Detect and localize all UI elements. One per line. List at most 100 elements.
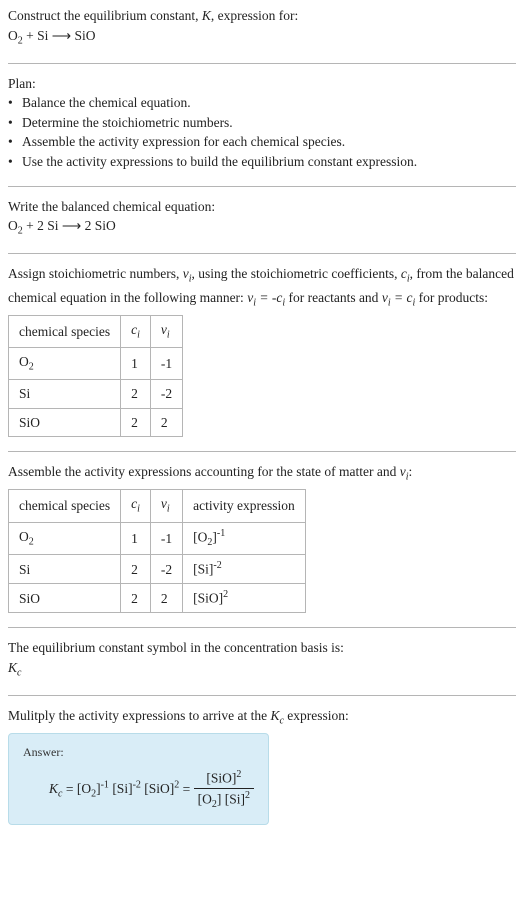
divider <box>8 627 516 628</box>
plan-text: Use the activity expressions to build th… <box>22 152 417 172</box>
fraction: [SiO]2 [O2] [Si]2 <box>194 768 254 813</box>
act-base: [O <box>193 529 207 544</box>
fraction-numerator: [SiO]2 <box>194 768 254 789</box>
ci-i: i <box>137 504 140 515</box>
cell-vi: 2 <box>150 408 182 437</box>
activity-table: chemical species ci νi activity expressi… <box>8 489 306 613</box>
plan-bullet-2: •Determine the stoichiometric numbers. <box>8 113 516 133</box>
t3-base: [SiO] <box>144 781 174 796</box>
act-base: [Si <box>193 562 209 577</box>
bullet-icon: • <box>8 132 22 152</box>
col-species: chemical species <box>9 490 121 522</box>
cell-vi: -1 <box>150 522 182 555</box>
k-letter: K <box>8 660 17 675</box>
cell-ci: 2 <box>121 408 151 437</box>
sp-a: O <box>19 529 29 544</box>
table-row: O2 1 -1 [O2]-1 <box>9 522 306 555</box>
k-letter: K <box>49 781 58 796</box>
cell-species: Si <box>9 380 121 409</box>
den1-base: [O <box>198 791 212 806</box>
t1-exp: -1 <box>101 780 109 791</box>
bal-o: O <box>8 218 18 233</box>
kc-symbol: Kc <box>270 708 283 723</box>
col-activity: activity expression <box>183 490 306 522</box>
eq-o: O <box>8 28 18 43</box>
multiply-b: expression: <box>284 708 349 723</box>
symbol-line: The equilibrium constant symbol in the c… <box>8 638 516 658</box>
plan-bullet-4: •Use the activity expressions to build t… <box>8 152 516 172</box>
plan-text: Determine the stoichiometric numbers. <box>22 113 233 133</box>
cell-ci: 2 <box>121 584 151 613</box>
nu-i: νi <box>183 266 192 281</box>
plan-bullet-1: •Balance the chemical equation. <box>8 93 516 113</box>
answer-box: Answer: Kc = [O2]-1 [Si]-2 [SiO]2 = [SiO… <box>8 733 269 825</box>
table-row: SiO 2 2 [SiO]2 <box>9 584 306 613</box>
den2-base: [Si] <box>225 791 245 806</box>
divider <box>8 63 516 64</box>
balanced-equation: O2 + 2 Si ⟶ 2 SiO <box>8 216 516 239</box>
plan-text: Balance the chemical equation. <box>22 93 191 113</box>
activity-intro: Assemble the activity expressions accoun… <box>8 462 516 485</box>
rel-reac-c: = -c <box>256 290 282 305</box>
activity-section: Assemble the activity expressions accoun… <box>8 462 516 621</box>
sp-sub: 2 <box>29 537 34 548</box>
stoich-intro-e: for products: <box>415 290 488 305</box>
prompt-equation: O2 + Si ⟶ SiO <box>8 26 516 49</box>
bal-mid: + 2 Si <box>23 218 62 233</box>
col-ci: ci <box>121 315 151 347</box>
stoich-table: chemical species ci νi O2 1 -1 Si 2 -2 S… <box>8 315 183 438</box>
col-ci: ci <box>121 490 151 522</box>
prompt-line: Construct the equilibrium constant, K, e… <box>8 6 516 26</box>
vi-i: i <box>167 504 170 515</box>
cell-ci: 2 <box>121 380 151 409</box>
fraction-denominator: [O2] [Si]2 <box>194 789 254 813</box>
bullet-icon: • <box>8 152 22 172</box>
multiply-line: Mulitply the activity expressions to arr… <box>8 706 516 729</box>
cell-vi: 2 <box>150 584 182 613</box>
plan-text: Assemble the activity expression for eac… <box>22 132 345 152</box>
cell-species: SiO <box>9 584 121 613</box>
table-row: O2 1 -1 <box>9 347 183 379</box>
arrow-icon: ⟶ <box>52 28 71 43</box>
term2: [Si]-2 <box>112 781 141 796</box>
cell-species: O2 <box>9 347 121 379</box>
cell-species: O2 <box>9 522 121 555</box>
den2-exp: 2 <box>245 790 250 801</box>
table-header-row: chemical species ci νi <box>9 315 183 347</box>
prompt-text-b: , expression for: <box>211 8 298 23</box>
cell-activity: [O2]-1 <box>183 522 306 555</box>
bal-rhs: 2 SiO <box>81 218 116 233</box>
activity-intro-a: Assemble the activity expressions accoun… <box>8 464 400 479</box>
balanced-section: Write the balanced chemical equation: O2… <box>8 197 516 248</box>
eq-plus-si: + Si <box>23 28 52 43</box>
eq-sign-2: = <box>179 781 193 796</box>
term1: [O2]-1 <box>77 781 109 796</box>
table-header-row: chemical species ci νi activity expressi… <box>9 490 306 522</box>
rel-prod: νi = ci <box>382 290 415 305</box>
divider <box>8 253 516 254</box>
table-row: Si 2 -2 [Si]-2 <box>9 555 306 584</box>
cell-species: Si <box>9 555 121 584</box>
plan-section: Plan: •Balance the chemical equation. •D… <box>8 74 516 180</box>
col-species: chemical species <box>9 315 121 347</box>
t2-exp: -2 <box>133 780 141 791</box>
plan-title: Plan: <box>8 74 516 94</box>
cell-vi: -2 <box>150 555 182 584</box>
k-symbol: K <box>202 8 211 23</box>
cell-activity: [SiO]2 <box>183 584 306 613</box>
col-vi: νi <box>150 490 182 522</box>
stoich-intro: Assign stoichiometric numbers, νi, using… <box>8 264 516 310</box>
den1-close: ] <box>217 791 225 806</box>
term3: [SiO]2 <box>144 781 179 796</box>
act-exp: -2 <box>213 560 221 571</box>
balanced-title: Write the balanced chemical equation: <box>8 197 516 217</box>
cell-ci: 1 <box>121 522 151 555</box>
nu-i: νi <box>400 464 409 479</box>
stoich-intro-a: Assign stoichiometric numbers, <box>8 266 183 281</box>
table-row: Si 2 -2 <box>9 380 183 409</box>
t1-base: [O <box>77 781 91 796</box>
cell-species: SiO <box>9 408 121 437</box>
cell-vi: -1 <box>150 347 182 379</box>
sp-sub: 2 <box>29 362 34 373</box>
stoich-section: Assign stoichiometric numbers, νi, using… <box>8 264 516 445</box>
